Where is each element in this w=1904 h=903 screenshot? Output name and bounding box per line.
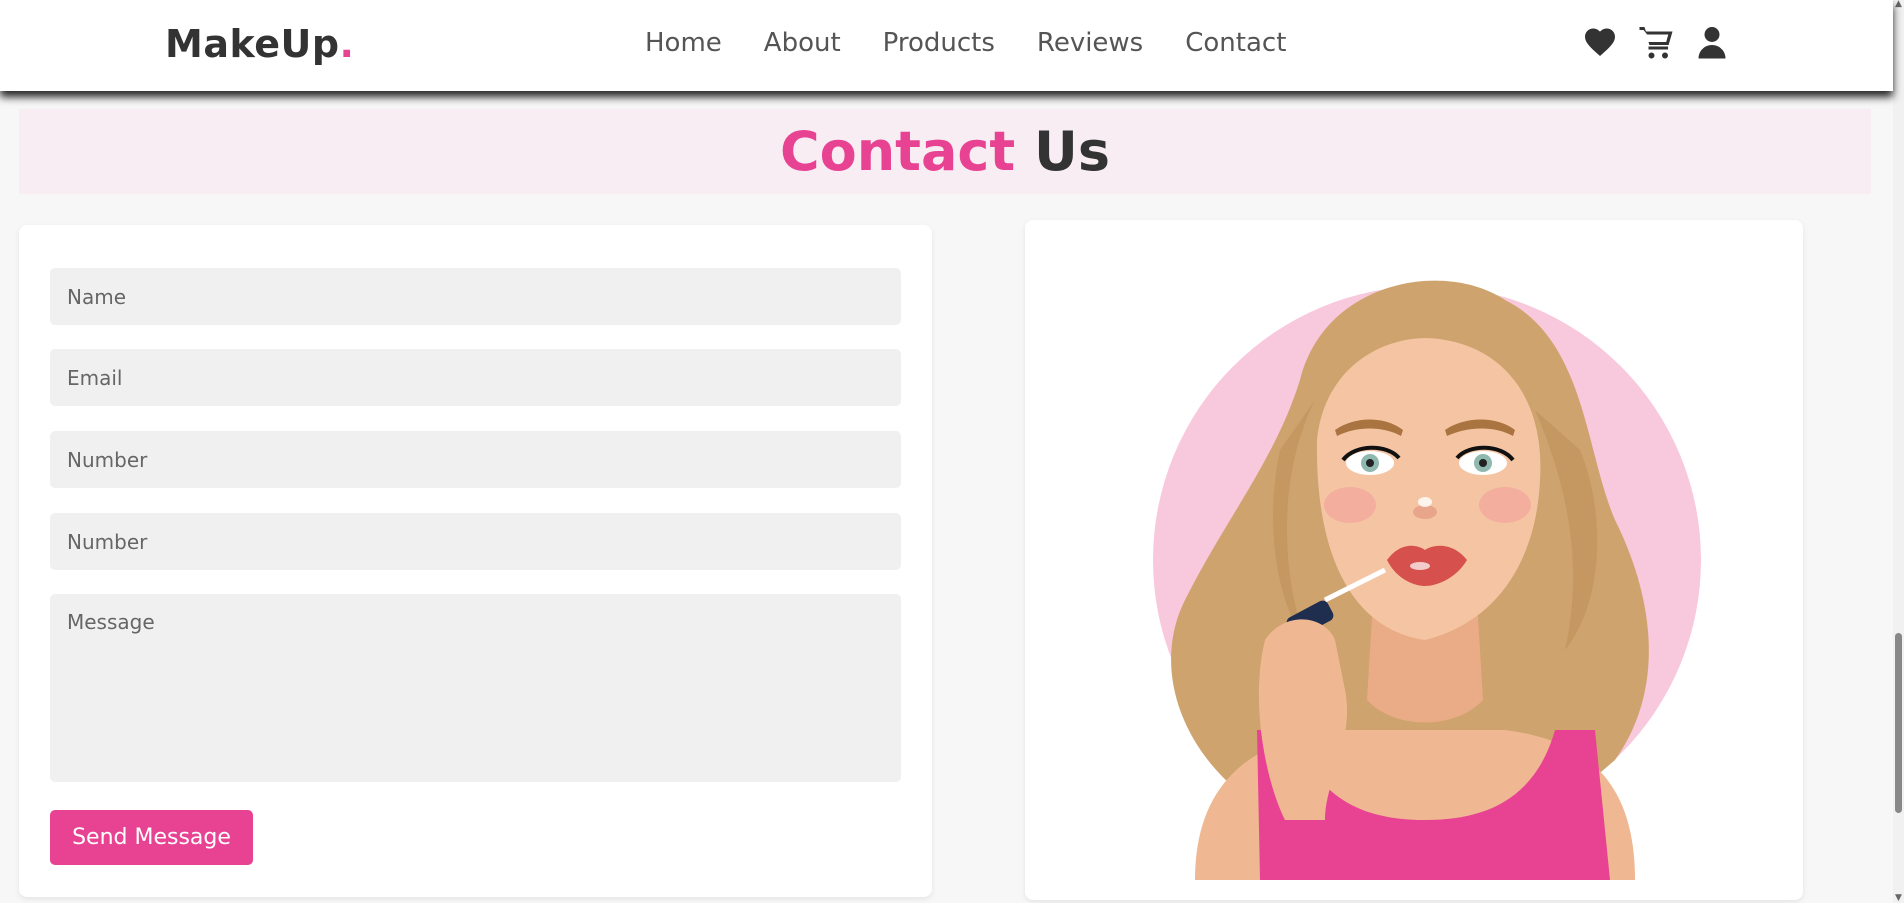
message-textarea[interactable]: [50, 594, 901, 782]
number-input[interactable]: [50, 431, 901, 488]
header-icons: [1582, 24, 1730, 60]
main-nav: Home About Products Reviews Contact: [645, 28, 1328, 58]
brand-logo[interactable]: MakeUp.: [165, 22, 354, 66]
scrollbar-thumb[interactable]: [1895, 633, 1902, 813]
scroll-down-arrow-icon[interactable]: ▼: [1894, 894, 1903, 903]
scroll-up-arrow-icon[interactable]: ▲: [1894, 0, 1903, 9]
title-pink-word: Contact: [779, 120, 1016, 183]
contact-form: Send Message: [19, 225, 932, 897]
page-title: Contact Us: [19, 109, 1871, 194]
send-message-button[interactable]: Send Message: [50, 810, 253, 865]
nav-contact[interactable]: Contact: [1185, 28, 1286, 58]
nav-reviews[interactable]: Reviews: [1037, 28, 1143, 58]
name-input[interactable]: [50, 268, 901, 325]
nav-home[interactable]: Home: [645, 28, 722, 58]
title-dark-word: Us: [1034, 120, 1111, 183]
woman-lipgloss-illustration: [1153, 280, 1701, 880]
nav-about[interactable]: About: [764, 28, 841, 58]
number-input-secondary[interactable]: [50, 513, 901, 570]
page-scrollbar[interactable]: ▲ ▼: [1893, 0, 1904, 903]
site-header: MakeUp. Home About Products Reviews Cont…: [0, 0, 1893, 91]
cart-icon[interactable]: [1638, 24, 1674, 60]
nav-products[interactable]: Products: [883, 28, 995, 58]
illustration-card: [1025, 220, 1803, 900]
user-icon[interactable]: [1694, 24, 1730, 60]
contact-heading-banner: Contact Us: [19, 109, 1871, 194]
brand-name: MakeUp: [165, 22, 340, 66]
heart-icon[interactable]: [1582, 24, 1618, 60]
email-input[interactable]: [50, 349, 901, 406]
brand-dot: .: [339, 22, 355, 66]
